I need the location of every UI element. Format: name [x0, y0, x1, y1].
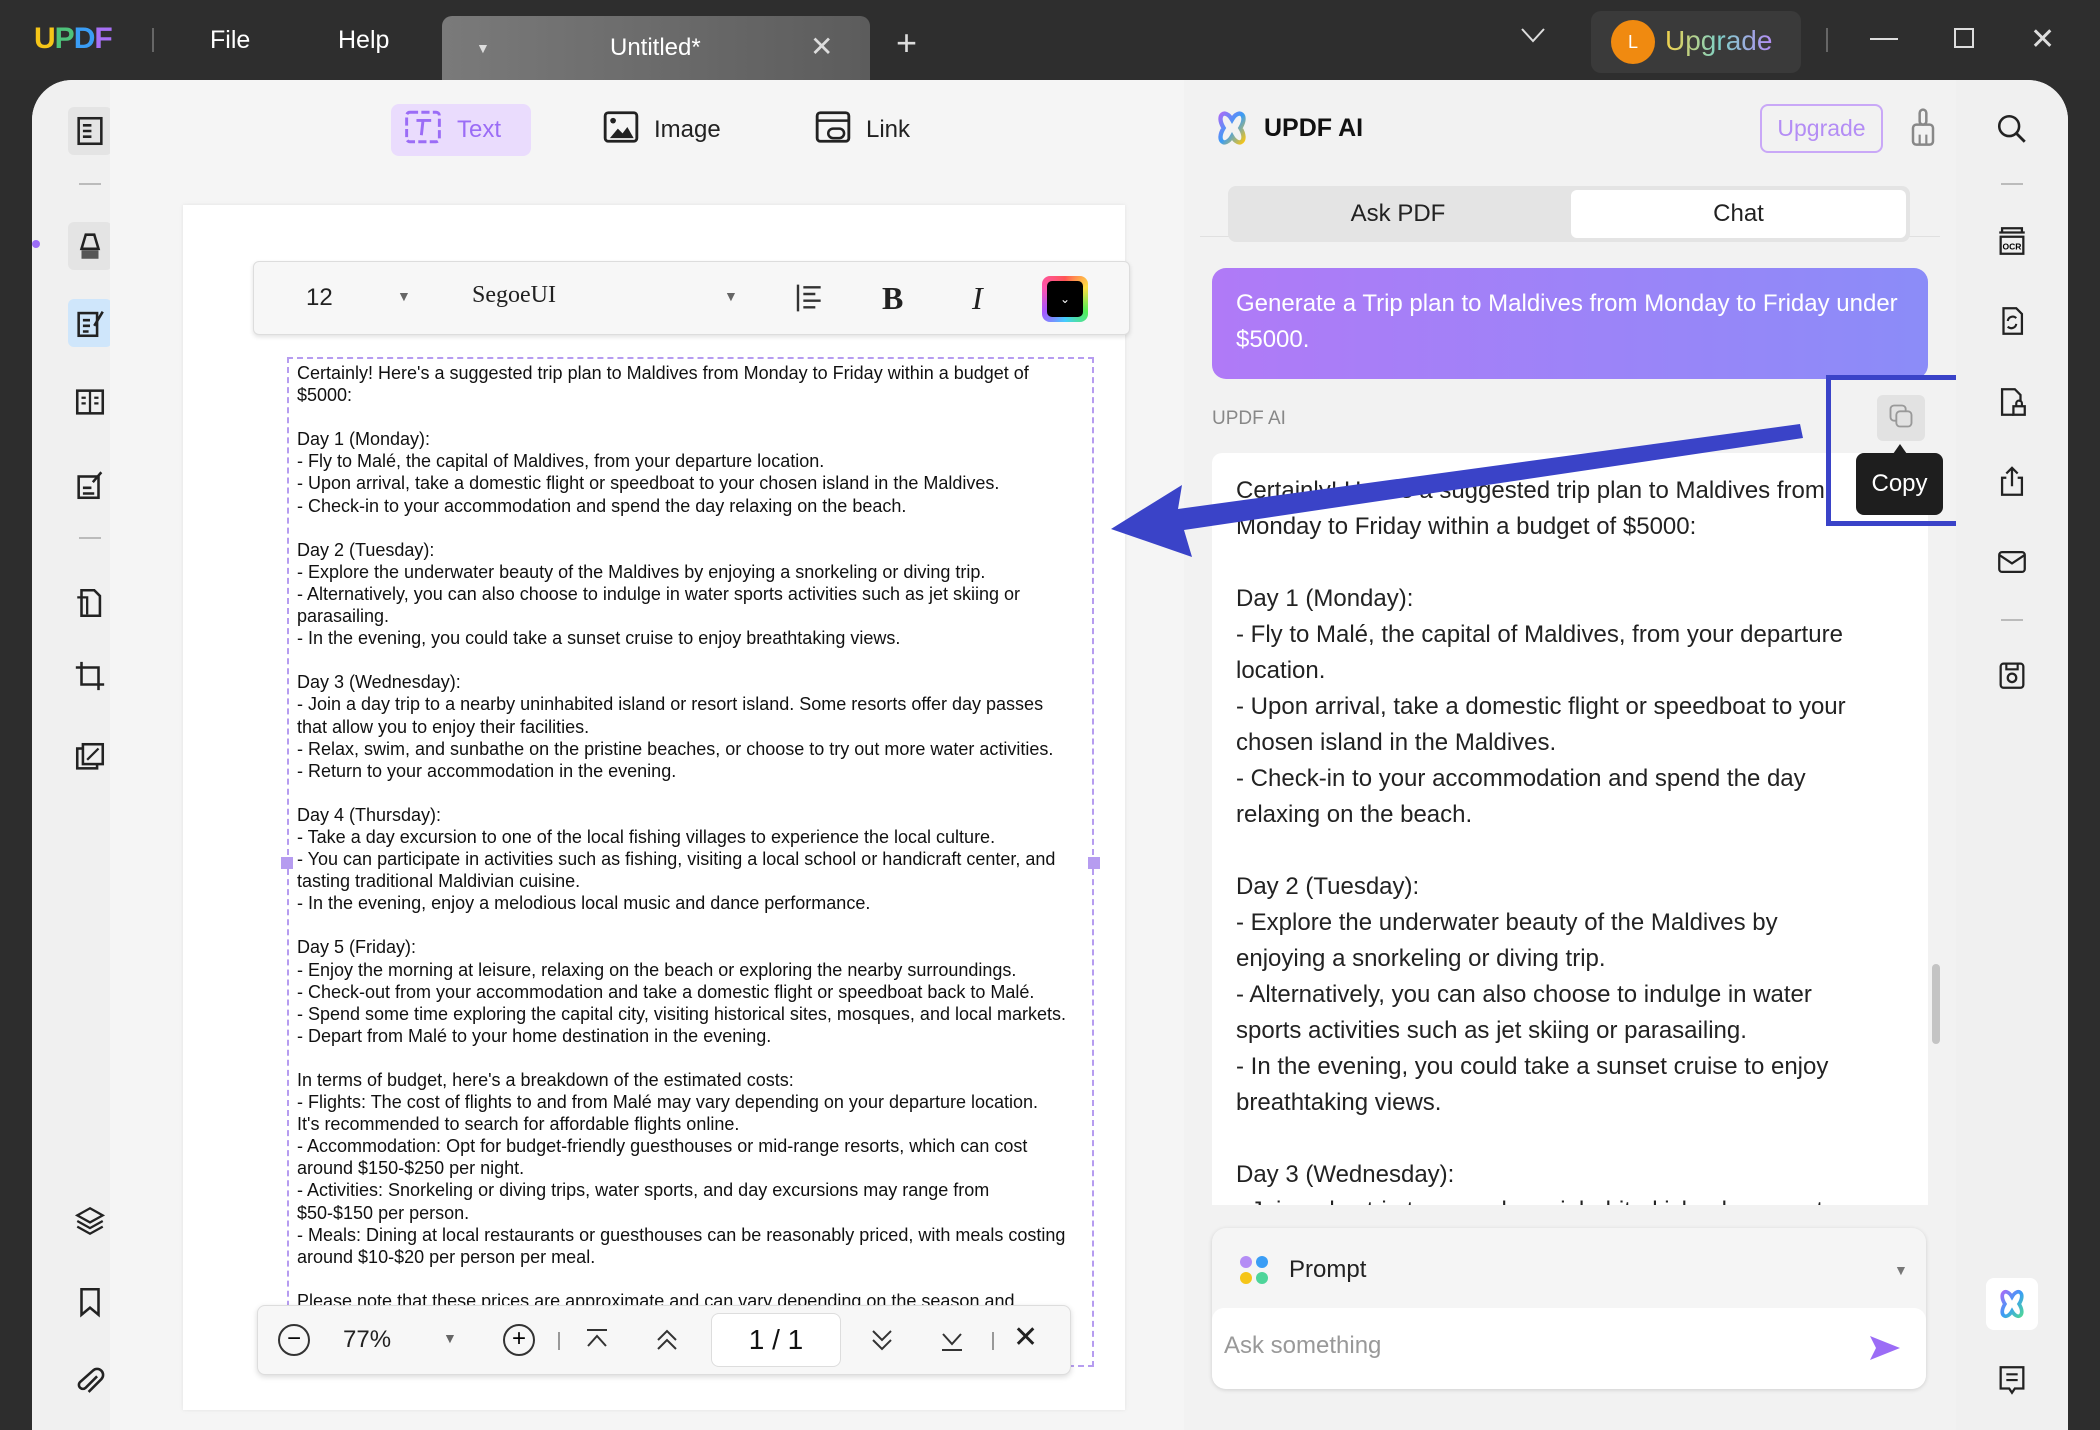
divider	[2001, 183, 2023, 185]
email-icon[interactable]	[1992, 542, 2032, 582]
send-icon[interactable]	[1868, 1334, 1902, 1367]
comment-icon[interactable]	[1992, 1360, 2032, 1400]
prompt-select[interactable]: Prompt	[1289, 1256, 1366, 1284]
save-icon[interactable]	[1992, 655, 2032, 695]
arrow-annotation	[1111, 424, 1803, 557]
ask-input[interactable]: Ask something	[1212, 1308, 1926, 1389]
ask-placeholder: Ask something	[1224, 1332, 1382, 1359]
share-icon[interactable]	[1992, 462, 2032, 502]
convert-pdf-icon[interactable]	[1992, 301, 2032, 341]
search-icon[interactable]	[1992, 109, 2032, 149]
prompt-icon	[1240, 1256, 1270, 1286]
divider	[2001, 619, 2023, 621]
svg-text:OCR: OCR	[2003, 242, 2022, 252]
prompt-box: Prompt ▼ Ask something	[1212, 1228, 1926, 1389]
right-toolbar: OCR	[1956, 80, 2068, 1430]
prompt-dropdown-icon[interactable]: ▼	[1894, 1262, 1908, 1278]
protect-pdf-icon[interactable]	[1992, 382, 2032, 422]
updf-ai-toggle-icon[interactable]	[1986, 1278, 2038, 1330]
ocr-icon[interactable]: OCR	[1992, 221, 2032, 261]
